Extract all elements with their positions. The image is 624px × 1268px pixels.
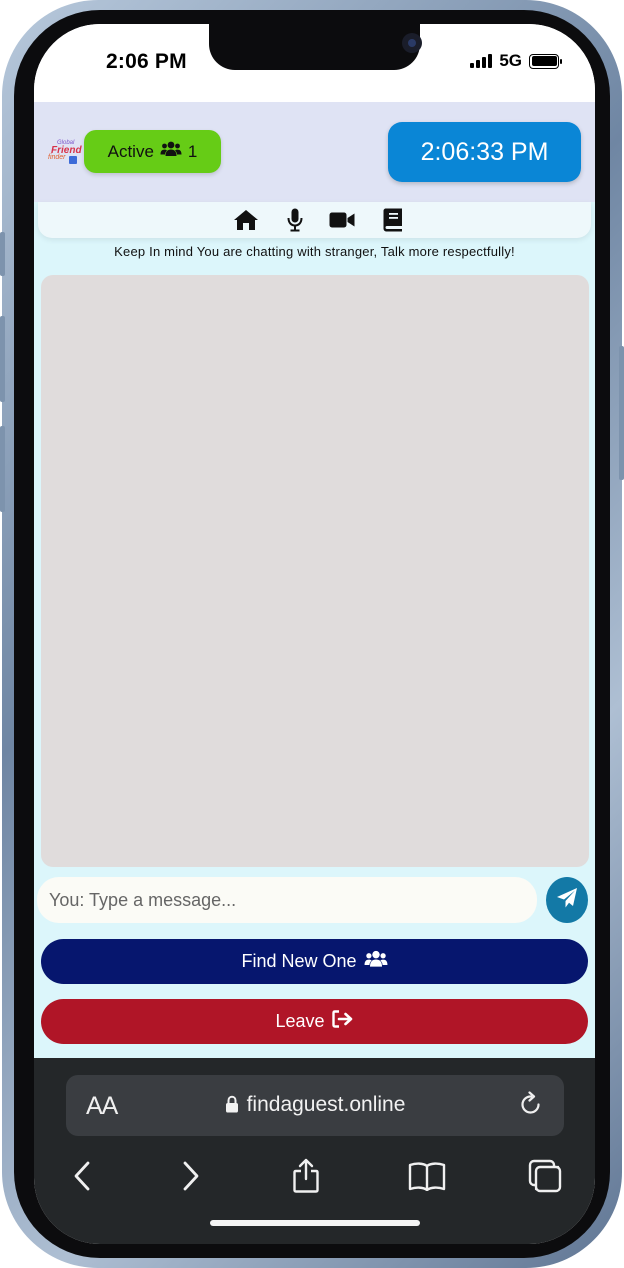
find-new-one-button[interactable]: Find New One bbox=[41, 939, 588, 984]
site-header: Global Friend finder Active 1 2:06:33 PM bbox=[34, 102, 595, 202]
send-button[interactable] bbox=[546, 877, 588, 923]
users-icon bbox=[160, 141, 182, 162]
network-type: 5G bbox=[499, 51, 522, 70]
front-camera bbox=[402, 33, 422, 53]
active-label: Active bbox=[107, 141, 154, 161]
web-content: Global Friend finder Active 1 2:06:33 PM bbox=[34, 102, 595, 1058]
dynamic-island bbox=[209, 24, 422, 70]
home-indicator[interactable] bbox=[210, 1220, 420, 1226]
browser-toolbar: AA findaguest.online bbox=[34, 1058, 595, 1244]
live-clock: 2:06:33 PM bbox=[388, 122, 581, 182]
logo-mark bbox=[69, 156, 77, 164]
bookmarks-icon[interactable] bbox=[408, 1158, 446, 1194]
nav-bar bbox=[38, 202, 591, 238]
reload-icon[interactable] bbox=[518, 1091, 544, 1124]
find-new-one-label: Find New One bbox=[241, 951, 357, 971]
sign-out-icon bbox=[331, 1010, 354, 1033]
site-logo[interactable]: Global Friend finder bbox=[47, 140, 82, 164]
url-text: findaguest.online bbox=[246, 1093, 406, 1116]
users-icon bbox=[364, 950, 388, 973]
phone-screen: 2:06 PM 5G Global Friend finder Active 1… bbox=[34, 24, 595, 1244]
status-bar: 2:06 PM 5G bbox=[34, 24, 595, 102]
leave-button[interactable]: Leave bbox=[41, 999, 588, 1044]
status-indicators: 5G bbox=[470, 51, 562, 71]
leave-label: Leave bbox=[275, 1011, 325, 1031]
battery-icon bbox=[529, 53, 562, 69]
back-icon[interactable] bbox=[70, 1158, 94, 1194]
paper-plane-icon bbox=[556, 887, 578, 914]
volume-down-button bbox=[0, 426, 5, 512]
chat-messages-area[interactable] bbox=[41, 275, 589, 867]
action-button bbox=[0, 232, 5, 276]
message-input[interactable] bbox=[37, 877, 537, 923]
volume-up-button bbox=[0, 316, 5, 402]
safety-notice: Keep In mind You are chatting with stran… bbox=[114, 244, 515, 259]
lock-icon bbox=[225, 1095, 239, 1119]
active-users-badge: Active 1 bbox=[84, 130, 221, 173]
power-button bbox=[619, 346, 624, 480]
tabs-icon[interactable] bbox=[528, 1158, 562, 1194]
url-display[interactable]: findaguest.online bbox=[66, 1093, 564, 1119]
home-icon[interactable] bbox=[232, 208, 260, 232]
active-count: 1 bbox=[187, 141, 198, 161]
forward-icon[interactable] bbox=[179, 1158, 203, 1194]
signal-icon bbox=[470, 54, 493, 68]
status-time: 2:06 PM bbox=[106, 50, 187, 73]
share-icon[interactable] bbox=[290, 1158, 322, 1194]
address-bar[interactable]: AA findaguest.online bbox=[66, 1075, 564, 1136]
logo-line3: finder bbox=[48, 154, 66, 161]
microphone-icon[interactable] bbox=[284, 208, 306, 232]
video-camera-icon[interactable] bbox=[328, 208, 356, 232]
book-icon[interactable] bbox=[382, 208, 404, 232]
